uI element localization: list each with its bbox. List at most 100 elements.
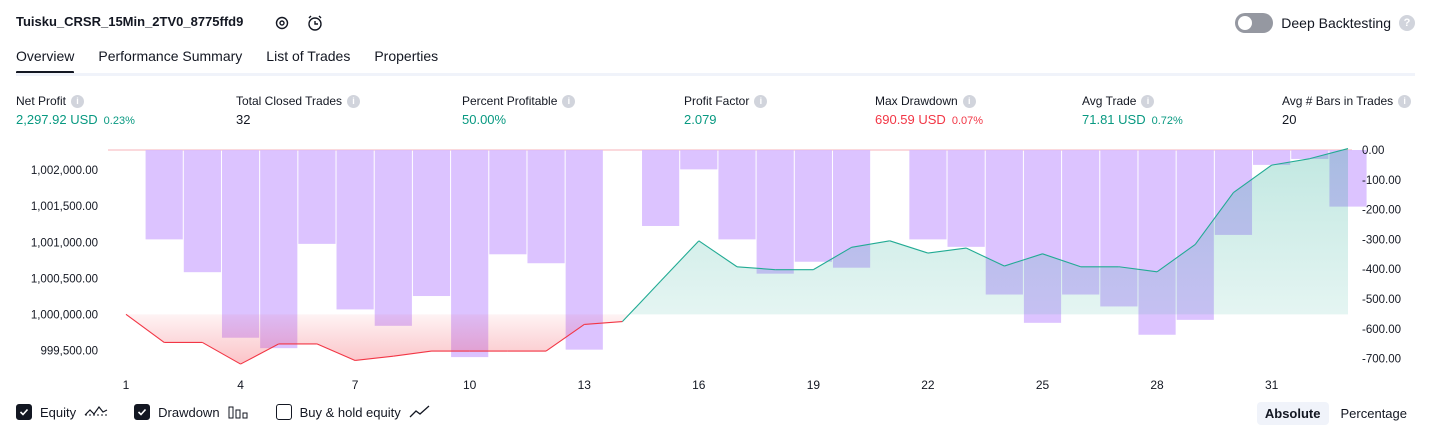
left-axis-tick-label: 1,001,000.00 xyxy=(31,237,98,249)
drawdown-bar xyxy=(642,150,680,226)
equity-label: Equity xyxy=(40,404,77,420)
info-icon[interactable]: i xyxy=(347,94,361,108)
right-axis-tick-label: -100.00 xyxy=(1362,175,1401,187)
add-alert-clock-icon[interactable] xyxy=(305,13,325,33)
left-axis-tick-label: 1,001,500.00 xyxy=(31,201,98,213)
drawdown-bar xyxy=(756,150,794,274)
x-axis-tick-label: 7 xyxy=(352,378,359,392)
x-axis-tick-label: 22 xyxy=(921,378,935,392)
info-icon[interactable]: i xyxy=(1398,94,1412,108)
drawdown-bars-icon xyxy=(228,406,248,419)
metric-percent: 0.07% xyxy=(951,115,984,127)
right-axis-tick-label: -600.00 xyxy=(1362,324,1401,336)
x-axis-tick-label: 13 xyxy=(578,378,592,392)
drawdown-checkbox[interactable] xyxy=(134,404,151,420)
equity-checkbox[interactable] xyxy=(16,404,32,420)
right-axis-tick-label: -400.00 xyxy=(1362,264,1401,276)
metric-label: Net Profit xyxy=(16,94,67,108)
buy-hold-checkbox[interactable] xyxy=(275,404,292,420)
drawdown-bar xyxy=(145,150,183,240)
chart-legend: Equity Drawdown Buy & hold equity xyxy=(16,404,431,420)
right-axis-tick-label: -200.00 xyxy=(1362,205,1401,217)
left-axis-tick-label: 1,000,500.00 xyxy=(31,273,98,285)
metric-value: 32 xyxy=(236,112,251,127)
metric-label: Max Drawdown xyxy=(875,94,958,108)
metric-label: Percent Profitable xyxy=(462,94,558,108)
buy-hold-line-icon xyxy=(409,405,430,418)
toggle-knob xyxy=(1238,16,1253,30)
legend-drawdown[interactable]: Drawdown xyxy=(134,404,249,420)
x-axis-tick-label: 25 xyxy=(1036,378,1050,392)
buy-hold-label: Buy & hold equity xyxy=(299,404,401,420)
mode-absolute-button[interactable]: Absolute xyxy=(1256,402,1329,425)
metric-value: 50.00% xyxy=(462,112,507,127)
mode-percentage-button[interactable]: Percentage xyxy=(1333,402,1416,425)
drawdown-bar xyxy=(374,150,412,326)
display-mode-switch: Absolute Percentage xyxy=(1256,402,1416,425)
strategy-title: Tuisku_CRSR_15Min_2TV0_8775ffd9 xyxy=(16,14,244,29)
equity-drawdown-chart[interactable]: 1,002,000.00 1,001,500.00 1,001,000.00 1,00… xyxy=(0,140,1431,400)
deep-backtesting-toggle[interactable] xyxy=(1235,13,1274,33)
metric-value: 2,297.92 USD xyxy=(16,112,98,127)
help-icon[interactable]: ? xyxy=(1399,15,1415,31)
drawdown-bar xyxy=(221,150,260,338)
metric-max-drawdown: Max Drawdown i 690.59 USD 0.07% xyxy=(875,94,983,127)
settings-gear-icon[interactable] xyxy=(272,13,292,33)
tab-overview[interactable]: Overview xyxy=(16,48,75,74)
x-axis-tick-label: 1 xyxy=(123,378,130,392)
metric-net-profit: Net Profit i 2,297.92 USD 0.23% xyxy=(16,94,135,127)
metric-percent: 0.23% xyxy=(103,115,135,127)
metric-label: Profit Factor xyxy=(684,94,750,108)
tab-performance-summary[interactable]: Performance Summary xyxy=(98,48,242,73)
tab-list-of-trades[interactable]: List of Trades xyxy=(266,48,350,73)
metric-label: Avg Trade xyxy=(1082,94,1137,108)
drawdown-bar xyxy=(794,150,832,262)
right-axis-tick-label: -500.00 xyxy=(1362,294,1401,306)
deep-backtesting-label: Deep Backtesting xyxy=(1281,15,1391,31)
deep-backtesting-control: Deep Backtesting ? xyxy=(1235,13,1415,33)
drawdown-bar xyxy=(909,150,947,240)
metric-avg-bars-in-trades: Avg # Bars in Trades i 20 xyxy=(1282,94,1412,127)
right-axis-tick-label: -300.00 xyxy=(1362,234,1401,246)
tabs-divider xyxy=(16,73,1415,76)
metric-value: 20 xyxy=(1282,112,1297,127)
left-axis-tick-label: 999,500.00 xyxy=(40,345,98,357)
metric-value: 690.59 USD xyxy=(875,112,946,127)
metric-avg-trade: Avg Trade i 71.81 USD 0.72% xyxy=(1082,94,1183,127)
drawdown-label: Drawdown xyxy=(158,404,220,420)
info-icon[interactable]: i xyxy=(1141,94,1155,108)
metric-label: Total Closed Trades xyxy=(236,94,343,108)
info-icon[interactable]: i xyxy=(754,94,768,108)
drawdown-bar xyxy=(489,150,527,255)
metric-label: Avg # Bars in Trades xyxy=(1282,94,1394,108)
equity-line-icon xyxy=(84,406,108,416)
x-axis-tick-label: 16 xyxy=(692,378,706,392)
drawdown-bar xyxy=(298,150,336,244)
metric-value: 2.079 xyxy=(684,112,717,127)
drawdown-bar xyxy=(680,150,718,170)
legend-equity[interactable]: Equity xyxy=(16,404,108,420)
info-icon[interactable]: i xyxy=(562,94,576,108)
right-axis-tick-label: 0.00 xyxy=(1362,145,1384,157)
metric-profit-factor: Profit Factor i 2.079 xyxy=(684,94,768,127)
info-icon[interactable]: i xyxy=(71,94,85,108)
drawdown-bar xyxy=(183,150,221,273)
info-icon[interactable]: i xyxy=(962,94,976,108)
drawdown-bar xyxy=(718,150,756,240)
drawdown-bar xyxy=(336,150,374,310)
x-axis-tick-label: 4 xyxy=(237,378,244,392)
legend-buy-hold[interactable]: Buy & hold equity xyxy=(275,404,431,420)
drawdown-bar xyxy=(527,150,565,264)
x-axis-tick-label: 10 xyxy=(463,378,477,392)
metric-percent: 0.72% xyxy=(1151,115,1183,127)
left-axis-tick-label: 1,002,000.00 xyxy=(31,165,98,177)
x-axis-tick-label: 28 xyxy=(1150,378,1164,392)
drawdown-bar xyxy=(412,150,451,297)
metric-percent-profitable: Percent Profitable i 50.00% xyxy=(462,94,576,127)
x-axis-tick-label: 31 xyxy=(1265,378,1279,392)
left-axis-tick-label: 1,000,000.00 xyxy=(31,309,98,321)
right-axis-tick-label: -700.00 xyxy=(1362,354,1401,366)
metric-value: 71.81 USD xyxy=(1082,112,1146,127)
tab-properties[interactable]: Properties xyxy=(374,48,438,73)
x-axis-tick-label: 19 xyxy=(807,378,821,392)
